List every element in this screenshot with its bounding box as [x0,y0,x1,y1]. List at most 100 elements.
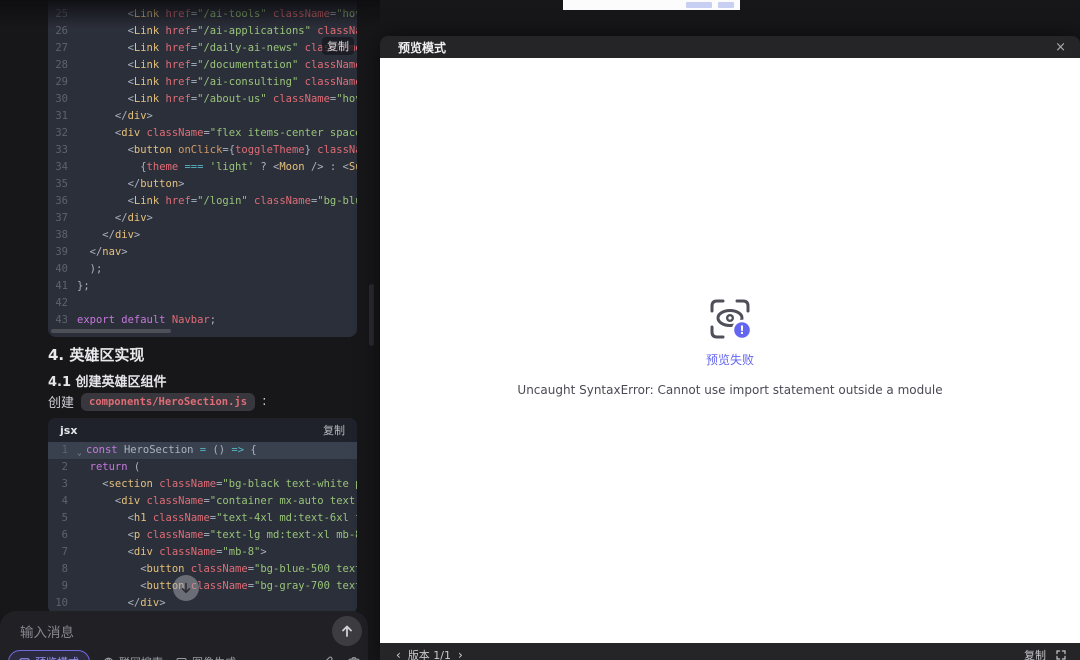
svg-text:!: ! [739,323,744,337]
message-input[interactable]: 输入消息 [20,621,320,641]
line-number: 2 [61,461,68,473]
code-text: {theme === 'light' ? <Moon /> : <Sun />} [77,161,357,173]
code-line: 39 </nav> [48,244,357,261]
code-text: <p className="text-lg md:text-xl mb-8"> [77,529,357,541]
code-line: 36 <Link href="/login" className="bg-blu… [48,193,357,210]
code-line: 38 </div> [48,227,357,244]
line-number: 4 [61,495,68,507]
web-search-toggle[interactable]: 联网搜索 [103,654,163,660]
code-line: 8 <button className="bg-blue-500 text-wh… [48,561,357,578]
monitor-icon [19,657,30,660]
code-line: 4 <div className="container mx-auto text… [48,493,357,510]
preview-error-icon: ! [707,296,753,342]
code-block-herosection: jsx 复制 1 ⌄ const HeroSection = () => {2 re… [48,418,357,614]
code-text: <h1 className="text-4xl md:text-6xl font… [77,512,357,524]
copy-button[interactable]: 复制 [1024,647,1046,660]
image-generation-toggle[interactable]: 图像生成 [176,654,236,660]
code-line: 9 <button className="bg-gray-700 text-wh… [48,578,357,595]
code-line: 37 </div> [48,210,357,227]
web-search-label: 联网搜索 [119,654,163,660]
line-number: 30 [55,93,68,105]
code-line: 32 <div className="flex items-center spa… [48,125,357,142]
popup-glyph-fragment [718,2,734,8]
code-text: <button className="bg-blue-500 text-whit… [77,563,357,575]
code-line: 1 ⌄ const HeroSection = () => { [48,442,357,459]
line-number: 33 [55,144,68,156]
code-text: <Link href="/about-us" className="hover:… [77,93,357,105]
section-heading: 4. 英雄区实现 [48,346,145,364]
line-number: 8 [61,563,68,575]
code-line: 2 return ( [48,459,357,476]
code-line: 41}; [48,278,357,295]
error-message: Uncaught SyntaxError: Cannot use import … [517,383,943,397]
create-label: 创建 [48,396,75,411]
inline-code-filename: components/HeroSection.js [81,392,256,411]
code-text: <div className="flex items-center space-… [77,127,357,139]
camera-button[interactable] [348,656,360,660]
line-number: 6 [61,529,68,541]
code-line: 29 <Link href="/ai-consulting" className… [48,74,357,91]
code-text: </div> [77,212,153,224]
code-text: ); [77,263,103,275]
line-number: 7 [61,546,68,558]
line-number: 3 [61,478,68,490]
preview-mode-toggle[interactable]: 预览模式 [8,650,90,660]
code-text: return ( [77,461,141,473]
code-text: </nav> [77,246,128,258]
code-line: 31 </div> [48,108,357,125]
preview-panel-header: 预览模式 × [380,36,1080,58]
line-number: 32 [55,127,68,139]
line-number: 37 [55,212,68,224]
code-line: 10 </div> [48,595,357,612]
line-number: 25 [55,8,68,20]
code-text: </div> [77,110,153,122]
code-text: </button> [77,178,185,190]
chat-scrollbar-thumb[interactable] [369,284,374,346]
down-arrow-icon [180,582,192,594]
code-text: <Link href="/daily-ai-news" className="h… [77,42,357,54]
code-text: export default Navbar; [77,314,217,326]
scroll-to-bottom-button[interactable] [173,575,199,601]
preview-mode-label: 预览模式 [35,654,79,660]
code-line: 3 <section className="bg-black text-whit… [48,476,357,493]
popup-glyph-fragment [686,2,712,8]
colon: : [262,394,267,409]
code-lines: 1 ⌄ const HeroSection = () => {2 return (3… [48,442,357,612]
code-line: 7 <div className="mb-8"> [48,544,357,561]
copy-code-button[interactable]: 复制 [323,422,345,438]
line-number: 36 [55,195,68,207]
attach-button[interactable] [323,656,335,660]
code-line: 34 {theme === 'light' ? <Moon /> : <Sun … [48,159,357,176]
version-next-button[interactable]: › [458,648,463,660]
camera-icon [348,656,360,660]
line-number: 5 [61,512,68,524]
code-text: <button className="bg-gray-700 text-whit… [77,580,357,592]
version-label: 版本 1/1 [407,649,452,660]
code-line: 42 [48,295,357,312]
cutoff-popup-fragment [563,0,740,10]
footer-actions: 复制 [1024,647,1066,660]
code-text: </div> [77,597,166,609]
code-text: <Link href="/ai-applications" className=… [77,25,357,37]
copy-code-button[interactable]: 复制 [322,37,354,55]
fullscreen-icon[interactable] [1056,650,1066,660]
code-text: <Link href="/login" className="bg-blue-5… [77,195,357,207]
line-number: 34 [55,161,68,173]
close-icon[interactable]: × [1055,41,1066,54]
code-line: 40 ); [48,261,357,278]
line-number: 26 [55,25,68,37]
fold-chevron-icon[interactable]: ⌄ [77,444,85,461]
code-line: 25 <Link href="/ai-tools" className="hov… [48,6,357,23]
horizontal-scrollbar[interactable] [51,329,171,333]
paperclip-icon [323,656,335,660]
send-button[interactable] [332,616,362,646]
code-line: 28 <Link href="/documentation" className… [48,57,357,74]
code-text: }; [77,280,90,292]
preview-failed-link[interactable]: 预览失败 [706,351,754,368]
sub-heading: 4.1 创建英雄区组件 [48,375,167,390]
code-text: <button onClick={toggleTheme} className=… [77,144,357,156]
image-icon [176,657,187,660]
code-text: <Link href="/ai-consulting" className="h… [77,76,357,88]
app-root: 25 <Link href="/ai-tools" className="hov… [0,0,1080,660]
version-prev-button[interactable]: ‹ [396,648,401,660]
